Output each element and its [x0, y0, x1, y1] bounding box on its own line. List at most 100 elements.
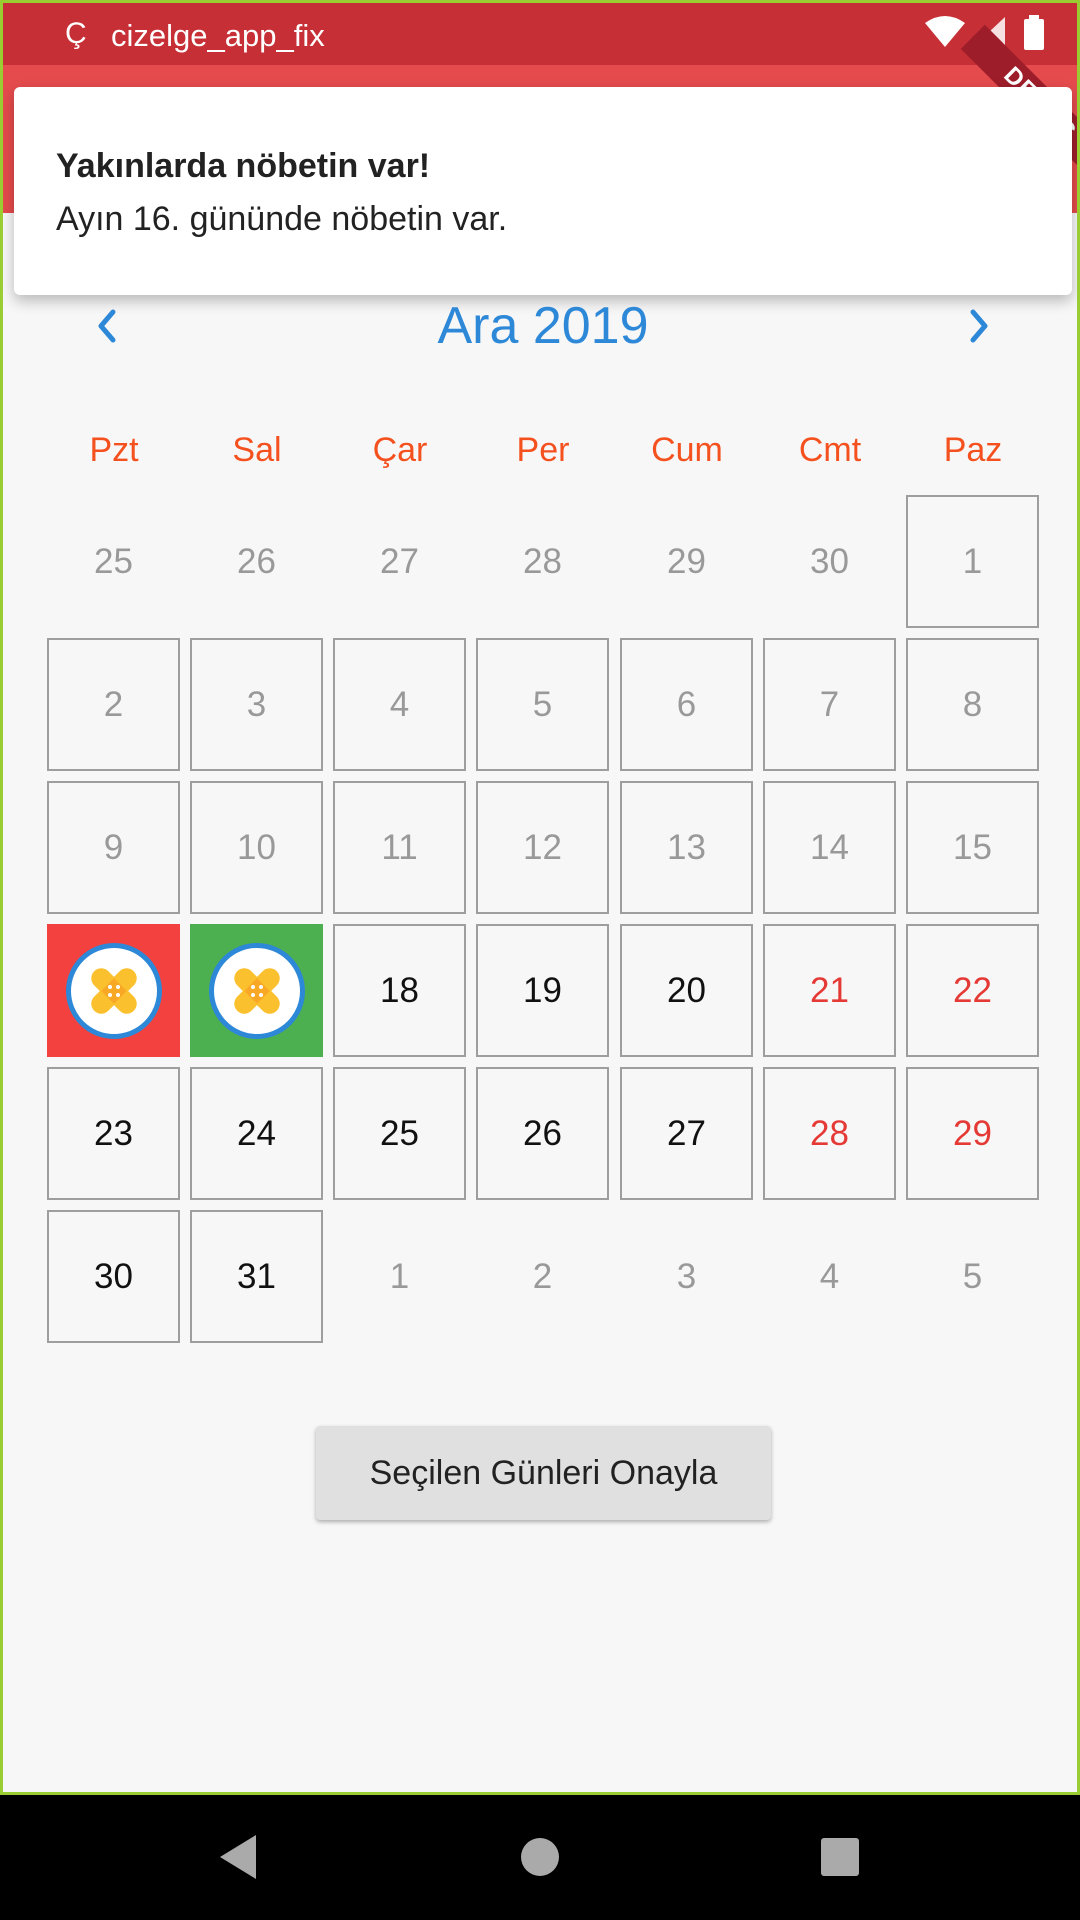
day-number: 27 — [667, 1113, 706, 1153]
day-number: 5 — [532, 684, 553, 724]
day-cell[interactable]: 5 — [476, 638, 609, 771]
day-cell[interactable]: 2 — [47, 638, 180, 771]
day-cell[interactable]: 24 — [190, 1067, 323, 1200]
day-cell[interactable] — [190, 924, 323, 1057]
day-cell[interactable]: 1 — [906, 495, 1039, 628]
day-number: 21 — [810, 970, 849, 1010]
day-cell[interactable]: 21 — [763, 924, 896, 1057]
confirm-selected-days-button[interactable]: Seçilen Günleri Onayla — [316, 1426, 771, 1520]
app-frame: Ç cizelge_app_fix DEBUG Yakınlarda nöbet… — [0, 0, 1080, 1795]
day-cell[interactable]: 25 — [333, 1067, 466, 1200]
day-number: 26 — [237, 541, 276, 581]
day-number: 4 — [819, 1256, 840, 1296]
day-number: 7 — [819, 684, 840, 724]
day-cell[interactable]: 18 — [333, 924, 466, 1057]
day-number: 2 — [532, 1256, 553, 1296]
day-cell[interactable]: 31 — [190, 1210, 323, 1343]
day-number: 29 — [953, 1113, 992, 1153]
day-number: 14 — [810, 827, 849, 867]
chevron-right-icon — [965, 306, 995, 351]
day-cell[interactable]: 3 — [190, 638, 323, 771]
duty-notification[interactable]: Yakınlarda nöbetin var! Ayın 16. gününde… — [14, 87, 1072, 295]
day-cell[interactable]: 15 — [906, 781, 1039, 914]
day-cell: 28 — [476, 495, 609, 628]
notification-title: Yakınlarda nöbetin var! — [56, 147, 431, 185]
weekday-label: Per — [516, 431, 570, 469]
app-notification-icon: Ç — [65, 17, 87, 50]
day-cell: 3 — [620, 1210, 753, 1343]
day-number: 20 — [667, 970, 706, 1010]
day-number: 8 — [962, 684, 983, 724]
weekday-label: Pzt — [89, 431, 139, 469]
day-number: 22 — [953, 970, 992, 1010]
day-number: 15 — [953, 827, 992, 867]
status-bar: Ç cizelge_app_fix — [3, 3, 1077, 65]
day-cell[interactable]: 8 — [906, 638, 1039, 771]
day-cell[interactable]: 22 — [906, 924, 1039, 1057]
day-number: 30 — [94, 1256, 133, 1296]
day-cell[interactable]: 10 — [190, 781, 323, 914]
day-cell[interactable]: 7 — [763, 638, 896, 771]
day-number: 12 — [523, 827, 562, 867]
month-title: Ara 2019 — [437, 297, 649, 355]
day-number: 31 — [237, 1256, 276, 1296]
battery-icon — [1023, 15, 1045, 56]
bandage-icon — [208, 942, 305, 1039]
status-app-title: cizelge_app_fix — [111, 18, 325, 53]
next-month-button[interactable] — [955, 303, 1005, 353]
day-number: 3 — [246, 684, 267, 724]
day-cell: 1 — [333, 1210, 466, 1343]
day-number: 2 — [103, 684, 124, 724]
day-cell[interactable]: 19 — [476, 924, 609, 1057]
back-icon[interactable] — [214, 1831, 262, 1888]
day-number: 10 — [237, 827, 276, 867]
day-cell: 27 — [333, 495, 466, 628]
day-cell[interactable]: 26 — [476, 1067, 609, 1200]
day-number: 3 — [676, 1256, 697, 1296]
day-cell[interactable]: 11 — [333, 781, 466, 914]
day-cell[interactable]: 4 — [333, 638, 466, 771]
day-number: 30 — [810, 541, 849, 581]
day-number: 13 — [667, 827, 706, 867]
weekday-header: Pzt Sal Çar Per Cum Cmt Paz — [41, 431, 1041, 481]
day-cell: 5 — [906, 1210, 1039, 1343]
system-nav-bar — [0, 1795, 1080, 1920]
day-cell[interactable]: 12 — [476, 781, 609, 914]
day-cell[interactable]: 9 — [47, 781, 180, 914]
day-number: 1 — [962, 541, 983, 581]
day-number: 18 — [380, 970, 419, 1010]
home-icon[interactable] — [518, 1831, 562, 1888]
weekday-label: Paz — [943, 431, 1003, 469]
day-cell[interactable]: 23 — [47, 1067, 180, 1200]
day-cell[interactable]: 28 — [763, 1067, 896, 1200]
day-cell: 26 — [190, 495, 323, 628]
day-cell[interactable]: 30 — [47, 1210, 180, 1343]
day-number: 11 — [381, 827, 418, 867]
day-number: 26 — [523, 1113, 562, 1153]
day-number: 19 — [523, 970, 562, 1010]
day-number: 25 — [94, 541, 133, 581]
weekday-label: Cmt — [798, 431, 862, 469]
day-number: 4 — [389, 684, 410, 724]
day-cell[interactable]: 6 — [620, 638, 753, 771]
day-cell[interactable] — [47, 924, 180, 1057]
day-cell: 29 — [620, 495, 753, 628]
notification-body: Ayın 16. gününde nöbetin var. — [56, 200, 508, 238]
wifi-icon — [925, 15, 965, 54]
day-cell[interactable]: 29 — [906, 1067, 1039, 1200]
day-number: 23 — [94, 1113, 133, 1153]
recents-icon[interactable] — [818, 1831, 862, 1888]
day-cell[interactable]: 13 — [620, 781, 753, 914]
day-cell[interactable]: 27 — [620, 1067, 753, 1200]
day-number: 24 — [237, 1113, 276, 1153]
day-cell[interactable]: 14 — [763, 781, 896, 914]
day-cell: 30 — [763, 495, 896, 628]
weekday-label: Cum — [651, 431, 723, 469]
day-number: 25 — [380, 1113, 419, 1153]
day-number: 28 — [523, 541, 562, 581]
day-cell[interactable]: 20 — [620, 924, 753, 1057]
weekday-label: Çar — [372, 431, 428, 469]
day-number: 9 — [103, 827, 124, 867]
day-cell: 4 — [763, 1210, 896, 1343]
day-number: 28 — [810, 1113, 849, 1153]
